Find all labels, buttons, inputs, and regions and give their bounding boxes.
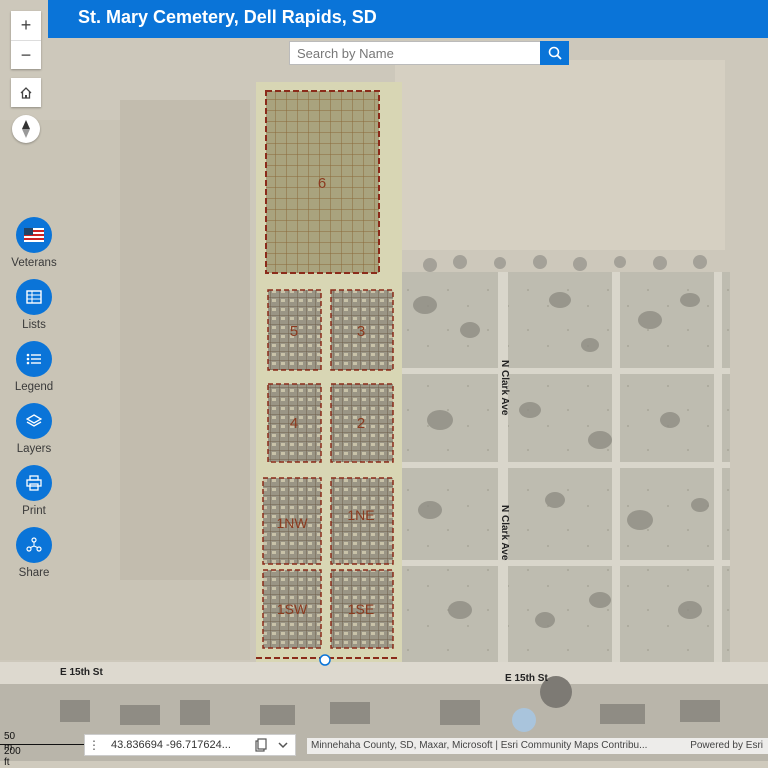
table-icon bbox=[26, 290, 42, 304]
home-button[interactable] bbox=[11, 78, 41, 107]
section-label-4: 4 bbox=[290, 415, 298, 432]
zoom-control: + − bbox=[11, 11, 41, 69]
layers-icon bbox=[26, 414, 42, 427]
section-label-1ne: 1NE bbox=[347, 507, 374, 523]
layers-label: Layers bbox=[16, 443, 52, 455]
legend-label: Legend bbox=[14, 381, 54, 393]
lists-tool[interactable]: Lists bbox=[0, 279, 68, 331]
attribution-bar: Minnehaha County, SD, Maxar, Microsoft |… bbox=[307, 738, 768, 754]
street-label-e15th-right: E 15th St bbox=[505, 673, 548, 684]
app-title: St. Mary Cemetery, Dell Rapids, SD bbox=[78, 7, 377, 27]
coordinate-widget: ⋮ 43.836694 -96.717624... bbox=[84, 734, 296, 756]
section-label-1sw: 1SW bbox=[277, 601, 308, 617]
print-label: Print bbox=[22, 505, 46, 517]
legend-tool[interactable]: Legend bbox=[0, 341, 68, 393]
printer-icon bbox=[26, 475, 42, 491]
compass-button[interactable] bbox=[12, 115, 40, 143]
veterans-label: Veterans bbox=[11, 257, 57, 269]
section-label-2: 2 bbox=[357, 415, 365, 432]
print-tool[interactable]: Print bbox=[0, 465, 68, 517]
legend-icon bbox=[26, 353, 41, 365]
street-label-nclark-upper: N Clark Ave bbox=[499, 360, 510, 416]
scale-imperial: 200 ft bbox=[4, 746, 21, 768]
search-icon bbox=[548, 46, 562, 60]
chevron-down-icon[interactable] bbox=[277, 739, 289, 751]
coordinate-value: 43.836694 -96.717624... bbox=[111, 739, 231, 751]
search-box bbox=[289, 41, 569, 65]
app-header: St. Mary Cemetery, Dell Rapids, SD bbox=[48, 0, 768, 38]
share-icon bbox=[26, 537, 42, 552]
flag-icon bbox=[24, 228, 44, 242]
search-button[interactable] bbox=[540, 41, 569, 65]
attribution-text[interactable]: Minnehaha County, SD, Maxar, Microsoft |… bbox=[311, 740, 647, 751]
home-icon bbox=[20, 86, 32, 99]
share-tool[interactable]: Share bbox=[0, 527, 68, 579]
kebab-menu-icon[interactable]: ⋮ bbox=[87, 738, 101, 752]
section-label-5: 5 bbox=[290, 323, 298, 340]
layers-tool[interactable]: Layers bbox=[0, 403, 68, 455]
veterans-tool[interactable]: Veterans bbox=[0, 217, 68, 269]
section-label-6: 6 bbox=[318, 175, 326, 192]
lists-label: Lists bbox=[22, 319, 46, 331]
street-label-e15th-left: E 15th St bbox=[60, 667, 103, 678]
section-label-3: 3 bbox=[357, 323, 365, 340]
copy-icon[interactable] bbox=[255, 738, 267, 752]
compass-icon bbox=[22, 120, 30, 138]
section-label-1nw: 1NW bbox=[276, 515, 308, 531]
zoom-out-button[interactable]: − bbox=[11, 41, 41, 70]
street-label-nclark-lower: N Clark Ave bbox=[499, 505, 510, 561]
share-label: Share bbox=[18, 567, 50, 579]
powered-by-esri[interactable]: Powered by Esri bbox=[690, 740, 763, 751]
search-input[interactable] bbox=[290, 42, 540, 64]
section-label-1se: 1SE bbox=[348, 601, 374, 617]
zoom-in-button[interactable]: + bbox=[11, 11, 41, 41]
map-view[interactable]: 6 5 3 4 2 1NW 1NE 1SW 1SE E 15th St E 15… bbox=[0, 0, 768, 761]
